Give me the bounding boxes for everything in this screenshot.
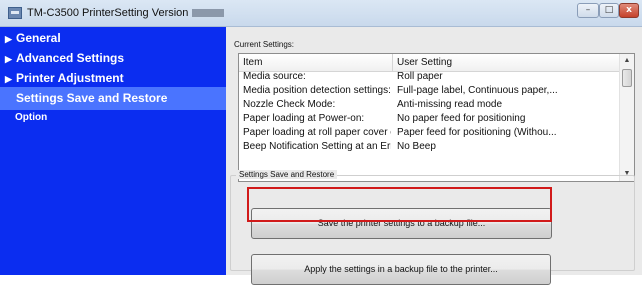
scroll-thumb[interactable] [622,69,632,87]
row-value: Full-page label, Continuous paper,... [397,85,558,96]
content-panel: Current Settings: Item User Setting Medi… [226,27,642,285]
row-item: Paper loading at Power-on: [243,113,365,124]
column-header-user-setting[interactable]: User Setting [397,57,452,68]
scroll-up-icon[interactable]: ▲ [620,54,634,68]
maximize-button[interactable]: □ [599,3,619,18]
row-item: Media source: [243,71,306,82]
sidebar-item-printer-adjustment[interactable]: ▶ Printer Adjustment [0,67,226,89]
version-redaction [192,9,225,18]
row-item: Paper loading at roll paper cover cl... [243,127,391,138]
table-row[interactable]: Media source: Roll paper [239,71,619,85]
table-row[interactable]: Beep Notification Setting at an Error: N… [239,141,619,155]
table-row[interactable]: Media position detection settings: Full-… [239,85,619,99]
row-value: Roll paper [397,71,443,82]
printer-app-icon [8,7,22,19]
row-value: No paper feed for positioning [397,113,526,124]
window-title: TM-C3500 PrinterSetting Version [27,7,225,19]
list-header: Item User Setting [239,54,619,72]
row-value: Anti-missing read mode [397,99,503,110]
row-value: Paper feed for positioning (Withou... [397,127,557,138]
apply-backup-button[interactable]: Apply the settings in a backup file to t… [251,254,551,285]
table-row[interactable]: Nozzle Check Mode: Anti-missing read mod… [239,99,619,113]
current-settings-list[interactable]: Item User Setting Media source: Roll pap… [238,53,635,182]
row-item: Nozzle Check Mode: [243,99,336,110]
row-item: Beep Notification Setting at an Error: [243,141,391,152]
row-item: Media position detection settings: [243,85,391,96]
sidebar-item-option[interactable]: Option [0,107,226,129]
current-settings-label: Current Settings: [234,40,295,49]
group-title: Settings Save and Restore [236,170,338,179]
minimize-button[interactable]: – [577,3,599,18]
table-row[interactable]: Paper loading at roll paper cover cl... … [239,127,619,141]
column-divider[interactable] [392,54,393,71]
table-row[interactable]: Paper loading at Power-on: No paper feed… [239,113,619,127]
vertical-scrollbar[interactable]: ▲ ▼ [619,54,634,181]
save-backup-button[interactable]: Save the printer settings to a backup fi… [251,208,552,239]
sidebar: ▶ General ▶ Advanced Settings ▶ Printer Adj… [0,27,226,275]
row-value: No Beep [397,141,436,152]
sidebar-item-general[interactable]: ▶ General [0,27,226,49]
column-header-item[interactable]: Item [243,57,262,68]
settings-save-restore-group: Settings Save and Restore Save the print… [230,170,635,285]
close-button[interactable]: x [619,3,639,18]
title-bar: TM-C3500 PrinterSetting Version – □ x [0,0,642,27]
sidebar-item-advanced-settings[interactable]: ▶ Advanced Settings [0,47,226,69]
